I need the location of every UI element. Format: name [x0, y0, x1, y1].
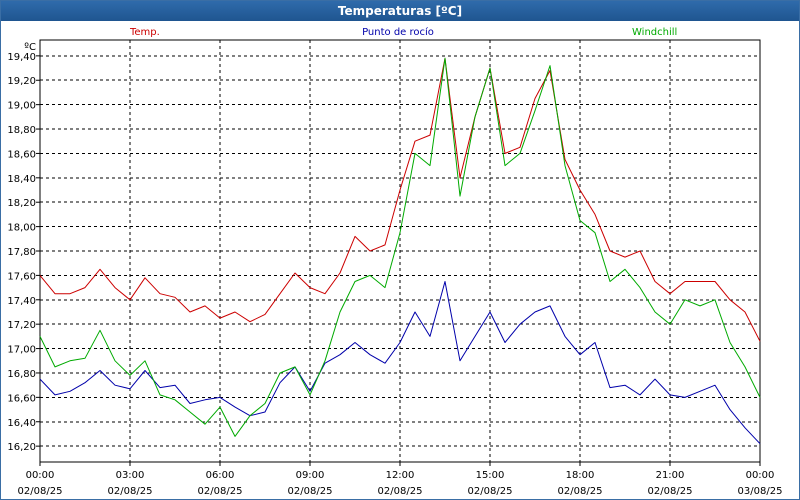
series-line-3 — [39, 57, 761, 437]
x-tick-time: 09:00 — [296, 470, 325, 481]
x-tick-time: 06:00 — [206, 470, 235, 481]
y-tick-label: 18,60 — [7, 149, 36, 160]
legend-entry-1: Temp. — [129, 27, 160, 38]
x-tick-date: 02/08/25 — [378, 486, 423, 497]
x-tick-date: 02/08/25 — [198, 486, 243, 497]
y-axis-label: ºC — [24, 42, 36, 53]
grid-layer — [40, 40, 760, 462]
y-tick-label: 18,20 — [7, 198, 36, 209]
y-tick-label: 19,40 — [7, 52, 36, 63]
x-tick-time: 12:00 — [386, 470, 415, 481]
y-tick-label: 19,00 — [7, 101, 36, 112]
y-tick-label: 17,20 — [7, 320, 36, 331]
legend-entry-2: Punto de rocío — [362, 26, 434, 38]
y-tick-label: 17,60 — [7, 271, 36, 282]
legend-entry-3: Windchill — [632, 27, 677, 38]
x-tick-time: 21:00 — [656, 470, 685, 481]
y-tick-label: 19,20 — [7, 76, 36, 87]
y-tick-label: 16,80 — [7, 369, 36, 380]
x-tick-time: 03:00 — [116, 470, 145, 481]
y-tick-label: 18,00 — [7, 223, 36, 234]
x-tick-date: 02/08/25 — [648, 486, 693, 497]
x-tick-date: 02/08/25 — [558, 486, 603, 497]
temperature-chart: 16,20 16,40 16,60 16,80 17,00 17,20 17,40 17,60… — [7, 26, 782, 497]
legend: Temp. Punto de rocío Windchill — [129, 26, 677, 38]
y-tick-label: 17,00 — [7, 345, 36, 356]
y-tick-label: 18,40 — [7, 174, 36, 185]
y-tick-label: 18,80 — [7, 125, 36, 136]
x-tick-time: 15:00 — [476, 470, 505, 481]
x-tick-date: 02/08/25 — [288, 486, 333, 497]
x-tick-time: 18:00 — [566, 470, 595, 481]
y-tick-label: 16,60 — [7, 393, 36, 404]
axis-layer: 16,20 16,40 16,60 16,80 17,00 17,20 17,40 17,60… — [7, 42, 782, 497]
x-tick-date: 03/08/25 — [738, 486, 783, 497]
x-tick-date: 02/08/25 — [18, 486, 63, 497]
x-tick-date: 02/08/25 — [108, 486, 153, 497]
y-tick-label: 16,20 — [7, 442, 36, 453]
x-tick-time: 00:00 — [746, 470, 775, 481]
y-tick-label: 17,80 — [7, 247, 36, 258]
y-tick-label: 16,40 — [7, 418, 36, 429]
x-tick-date: 02/08/25 — [468, 486, 513, 497]
y-tick-label: 17,40 — [7, 296, 36, 307]
x-tick-time: 00:00 — [26, 470, 55, 481]
